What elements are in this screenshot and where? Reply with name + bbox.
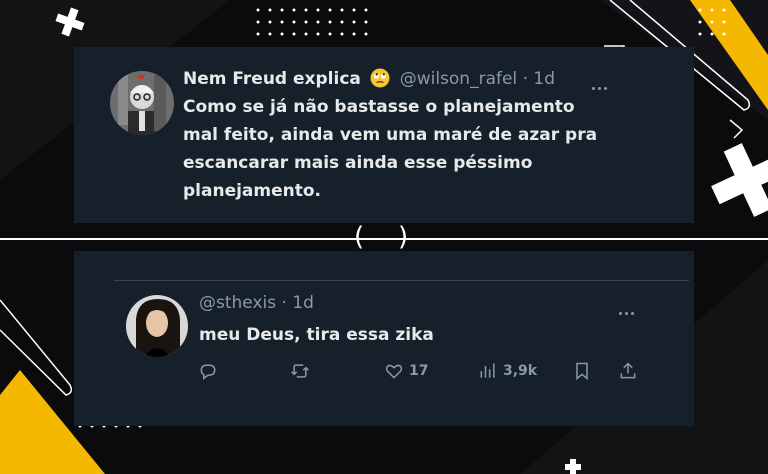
reply-button[interactable] bbox=[198, 359, 218, 383]
like-button[interactable]: 17 bbox=[384, 359, 428, 383]
more-options-icon[interactable] bbox=[619, 300, 641, 315]
reply-icon bbox=[200, 364, 216, 381]
views-count: 3,9k bbox=[503, 363, 538, 379]
share-button[interactable] bbox=[618, 359, 638, 383]
share-icon bbox=[620, 362, 636, 379]
views-chart-icon bbox=[480, 363, 495, 378]
separator-dot: · bbox=[281, 293, 287, 313]
tweet-actions-bar: 17 3,9k bbox=[198, 359, 648, 383]
tweet-card-reply: @sthexis · 1d meu Deus, tira essa zika 1… bbox=[74, 251, 694, 426]
display-name[interactable]: Nem Freud explica bbox=[183, 69, 361, 89]
tweet-card-quoted: Nem Freud explica @wilson_rafel · 1d Com… bbox=[74, 47, 694, 223]
username-handle[interactable]: @sthexis bbox=[199, 293, 276, 313]
tweet-text: meu Deus, tira essa zika bbox=[199, 325, 434, 345]
parenthesis-right-decoration: ) bbox=[398, 222, 409, 252]
heart-icon bbox=[385, 364, 403, 379]
tweet-time[interactable]: 1d bbox=[533, 69, 555, 89]
separator-line bbox=[0, 238, 768, 240]
retweet-button[interactable] bbox=[290, 359, 310, 383]
eye-roll-emoji-icon bbox=[370, 68, 390, 88]
tweet-header: @sthexis · 1d bbox=[199, 293, 314, 313]
bookmark-button[interactable] bbox=[572, 359, 592, 383]
tweet-time[interactable]: 1d bbox=[292, 293, 314, 313]
divider bbox=[114, 280, 689, 281]
avatar[interactable] bbox=[110, 71, 174, 135]
parenthesis-left-decoration: ( bbox=[354, 222, 365, 252]
tweet-text: Como se já não bastasse o planejamento m… bbox=[183, 97, 598, 201]
avatar[interactable] bbox=[126, 295, 188, 357]
username-handle[interactable]: @wilson_rafel bbox=[400, 69, 517, 89]
like-count: 17 bbox=[409, 363, 429, 379]
retweet-icon bbox=[291, 364, 309, 378]
bookmark-icon bbox=[576, 362, 588, 381]
views-button[interactable]: 3,9k bbox=[478, 359, 537, 383]
more-options-icon[interactable] bbox=[592, 75, 614, 90]
tweet-header: Nem Freud explica @wilson_rafel · 1d bbox=[183, 68, 555, 89]
separator-dot: · bbox=[522, 69, 528, 89]
